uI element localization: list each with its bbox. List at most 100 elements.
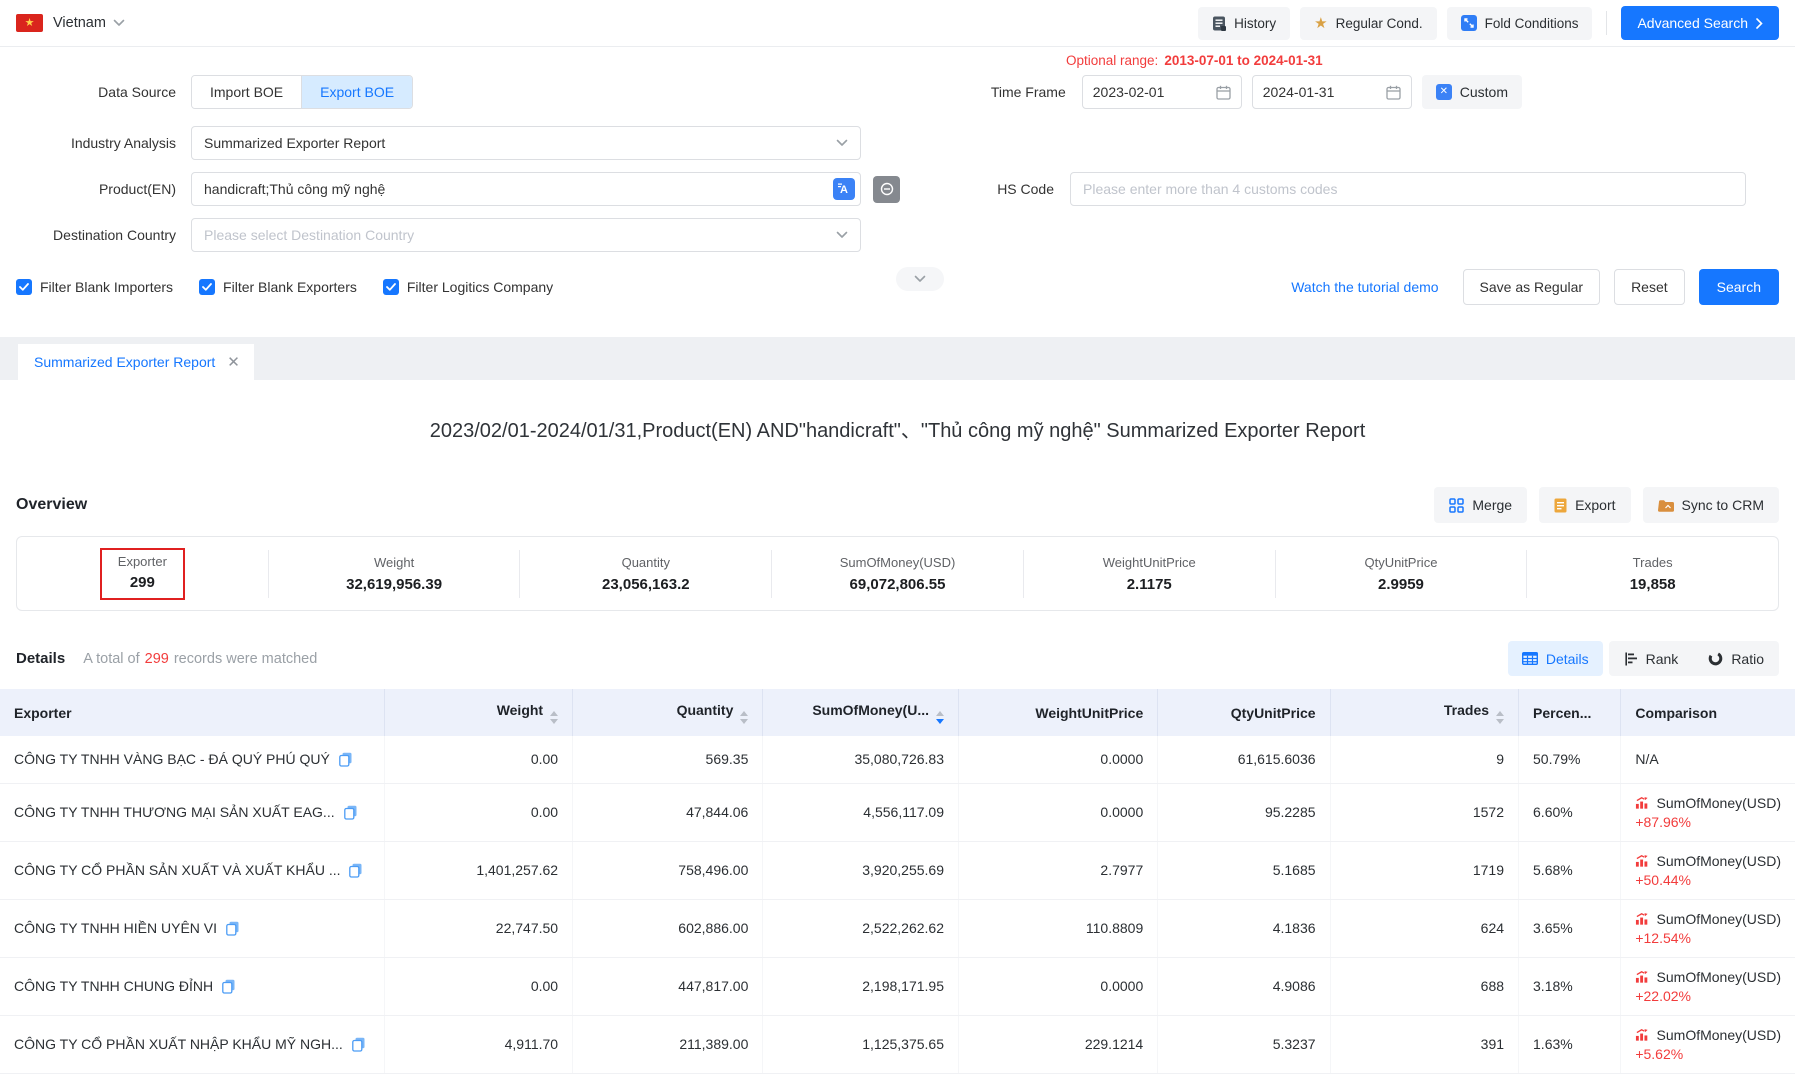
- quantity-value: 447,817.00: [573, 957, 763, 1015]
- view-rank-button[interactable]: Rank: [1609, 641, 1694, 676]
- view-details-button[interactable]: Details: [1508, 641, 1603, 676]
- collapse-form-button[interactable]: [896, 267, 944, 291]
- exporter-name[interactable]: CÔNG TY CỔ PHẦN SẢN XUẤT VÀ XUẤT KHẨU ..…: [14, 862, 340, 878]
- table-row[interactable]: CÔNG TY TNHH VÀNG BẠC - ĐÁ QUÝ PHÚ QUÝ 0…: [0, 736, 1795, 783]
- product-en-input[interactable]: [191, 172, 861, 206]
- translate-icon[interactable]: A: [833, 178, 855, 200]
- stat-label: Weight: [374, 555, 414, 570]
- sync-to-crm-button[interactable]: Sync to CRM: [1643, 487, 1779, 523]
- history-button[interactable]: History: [1198, 7, 1290, 40]
- copy-icon[interactable]: [339, 752, 352, 767]
- hs-code-input[interactable]: [1070, 172, 1746, 206]
- end-date-value: 2024-01-31: [1263, 84, 1335, 100]
- data-source-label: Data Source: [16, 84, 176, 100]
- table-row[interactable]: CÔNG TY TNHH THƯƠNG MẠI SẢN XUẤT EAG... …: [0, 783, 1795, 841]
- vietnam-flag-icon: ★: [16, 14, 43, 32]
- regular-cond-label: Regular Cond.: [1336, 16, 1423, 31]
- custom-range-button[interactable]: ✕ Custom: [1422, 75, 1522, 109]
- sum-of-money-value: 4,556,117.09: [763, 783, 959, 841]
- weight-value: 0.00: [384, 783, 572, 841]
- col-trades[interactable]: Trades: [1330, 689, 1518, 736]
- copy-icon[interactable]: [349, 863, 362, 878]
- col-weight[interactable]: Weight: [384, 689, 572, 736]
- sort-icon-active-desc[interactable]: [936, 711, 944, 724]
- merge-button[interactable]: Merge: [1434, 487, 1527, 523]
- reset-button[interactable]: Reset: [1614, 269, 1685, 305]
- stat-label: SumOfMoney(USD): [840, 555, 956, 570]
- col-sum-of-money[interactable]: SumOfMoney(U...: [763, 689, 959, 736]
- sync-to-crm-icon: [1658, 499, 1674, 512]
- copy-icon[interactable]: [352, 1037, 365, 1052]
- comparison-metric: SumOfMoney(USD): [1657, 795, 1781, 811]
- exporter-name[interactable]: CÔNG TY TNHH VÀNG BẠC - ĐÁ QUÝ PHÚ QUÝ: [14, 751, 330, 767]
- sort-icon[interactable]: [1496, 711, 1504, 724]
- exporter-name[interactable]: CÔNG TY TNHH CHUNG ĐỈNH: [14, 978, 213, 994]
- sum-of-money-value: 1,125,375.65: [763, 1015, 959, 1073]
- copy-icon[interactable]: [222, 979, 235, 994]
- stat-quantity: Quantity 23,056,163.2: [520, 550, 772, 598]
- percent-value: 3.65%: [1519, 899, 1621, 957]
- table-row[interactable]: CÔNG TY TNHH HIỀN UYÊN VI 22,747.50 602,…: [0, 899, 1795, 957]
- copy-icon[interactable]: [226, 921, 239, 936]
- sort-icon[interactable]: [740, 711, 748, 724]
- table-row[interactable]: CÔNG TY CỔ PHẦN SẢN XUẤT VÀ XUẤT KHẨU ..…: [0, 841, 1795, 899]
- import-boe-option[interactable]: Import BOE: [192, 76, 302, 108]
- stat-label: Quantity: [622, 555, 670, 570]
- checkbox-checked-icon: [16, 279, 32, 295]
- stat-value: 32,619,956.39: [346, 576, 442, 593]
- save-as-regular-button[interactable]: Save as Regular: [1463, 269, 1601, 305]
- total-suffix: records were matched: [174, 651, 317, 667]
- trades-value: 624: [1330, 899, 1518, 957]
- fold-conditions-button[interactable]: Fold Conditions: [1447, 7, 1593, 40]
- search-button[interactable]: Search: [1699, 269, 1779, 305]
- custom-icon: ✕: [1436, 84, 1452, 100]
- quantity-value: 569.35: [573, 736, 763, 783]
- weight-unit-price-value: 229.1214: [959, 1015, 1158, 1073]
- filter-blank-importers-checkbox[interactable]: Filter Blank Importers: [16, 279, 173, 295]
- close-icon[interactable]: ✕: [227, 353, 240, 371]
- tab-summarized-exporter-report[interactable]: Summarized Exporter Report ✕: [18, 344, 254, 380]
- chevron-down-icon[interactable]: [113, 19, 125, 27]
- filter-logitics-company-checkbox[interactable]: Filter Logitics Company: [383, 279, 553, 295]
- view-details-label: Details: [1546, 651, 1589, 667]
- advanced-search-button[interactable]: Advanced Search: [1621, 6, 1779, 40]
- col-quantity[interactable]: Quantity: [573, 689, 763, 736]
- qty-unit-price-value: 5.3237: [1158, 1015, 1330, 1073]
- weight-value: 4,911.70: [384, 1015, 572, 1073]
- stat-value: 69,072,806.55: [850, 576, 946, 593]
- country-selector-label[interactable]: Vietnam: [53, 15, 106, 31]
- overview-heading: Overview: [16, 496, 87, 514]
- industry-analysis-label: Industry Analysis: [16, 135, 176, 151]
- search-form: Optional range:2013-07-01 to 2024-01-31 …: [0, 47, 1795, 337]
- tab-label: Summarized Exporter Report: [34, 354, 215, 370]
- table-row[interactable]: CÔNG TY CỔ PHẦN XUẤT NHẬP KHẨU MỸ NGH...…: [0, 1015, 1795, 1073]
- comparison-change: +50.44%: [1635, 872, 1781, 888]
- filter-label: Filter Blank Importers: [40, 279, 173, 295]
- view-ratio-button[interactable]: Ratio: [1693, 641, 1779, 676]
- filter-blank-exporters-checkbox[interactable]: Filter Blank Exporters: [199, 279, 357, 295]
- exclude-icon[interactable]: [873, 176, 900, 203]
- start-date-input[interactable]: 2023-02-01: [1082, 75, 1242, 109]
- history-label: History: [1234, 16, 1276, 31]
- trades-value: 1719: [1330, 841, 1518, 899]
- copy-icon[interactable]: [344, 805, 357, 820]
- export-label: Export: [1575, 497, 1615, 513]
- export-button[interactable]: Export: [1539, 487, 1630, 523]
- table-row[interactable]: CÔNG TY TNHH CHUNG ĐỈNH 0.00 447,817.00 …: [0, 957, 1795, 1015]
- col-weight-unit-price: WeightUnitPrice: [959, 689, 1158, 736]
- tutorial-demo-link[interactable]: Watch the tutorial demo: [1291, 279, 1438, 295]
- regular-cond-button[interactable]: ★ Regular Cond.: [1300, 7, 1437, 40]
- exporter-name[interactable]: CÔNG TY CỔ PHẦN XUẤT NHẬP KHẨU MỸ NGH...: [14, 1036, 343, 1052]
- export-boe-option[interactable]: Export BOE: [302, 76, 412, 108]
- report-title: 2023/02/01-2024/01/31,Product(EN) AND"ha…: [0, 414, 1795, 443]
- exporter-name[interactable]: CÔNG TY TNHH HIỀN UYÊN VI: [14, 920, 217, 936]
- percent-value: 5.68%: [1519, 841, 1621, 899]
- sort-icon[interactable]: [550, 711, 558, 724]
- industry-analysis-select[interactable]: Summarized Exporter Report: [191, 126, 861, 160]
- sum-of-money-value: 2,522,262.62: [763, 899, 959, 957]
- end-date-input[interactable]: 2024-01-31: [1252, 75, 1412, 109]
- exporter-name[interactable]: CÔNG TY TNHH THƯƠNG MẠI SẢN XUẤT EAG...: [14, 804, 335, 820]
- destination-country-select[interactable]: Please select Destination Country: [191, 218, 861, 252]
- stat-value: 2.1175: [1127, 576, 1172, 593]
- annotation-red-box: Exporter 299: [100, 548, 185, 600]
